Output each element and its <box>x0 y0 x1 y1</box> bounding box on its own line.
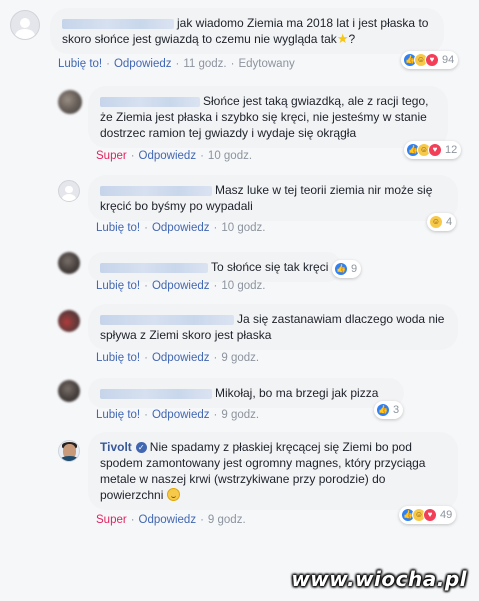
reactions-summary[interactable]: ☺ 4 <box>427 213 457 231</box>
comment-actions: Lubię to! · Odpowiedz · 11 godz. · Edytowany <box>58 58 295 70</box>
reaction-count: 49 <box>440 509 453 521</box>
timestamp[interactable]: 10 godz. <box>221 222 265 234</box>
reply-button[interactable]: Odpowiedz <box>152 222 210 234</box>
timestamp[interactable]: 11 godz. <box>183 58 226 70</box>
blurred-author-name[interactable] <box>100 96 200 107</box>
blurred-author-name[interactable] <box>100 314 234 325</box>
comment-bubble: Tivolt ✓ Nie spadamy z płaskiej kręcącej s… <box>88 432 458 510</box>
timestamp[interactable]: 9 godz. <box>208 514 246 526</box>
comment-bubble: Słońce jest taką gwiazdką, ale z racji t… <box>88 86 448 148</box>
star-emoji: ★ <box>336 31 349 46</box>
avatar[interactable] <box>58 440 80 462</box>
avatar[interactable] <box>10 10 40 40</box>
comment-actions: Super · Odpowiedz · 10 godz. <box>96 150 253 162</box>
reply-button[interactable]: Odpowiedz <box>114 58 172 70</box>
author-name[interactable]: Tivolt <box>100 440 132 454</box>
blurred-author-name[interactable] <box>100 262 208 273</box>
comment-bubble: Mikołaj, bo ma brzegi jak pizza <box>88 378 404 408</box>
like-button[interactable]: Lubię to! <box>96 222 140 234</box>
reaction-count: 4 <box>446 216 453 228</box>
watermark: www.wiocha.pl <box>291 567 467 591</box>
verified-badge-icon: ✓ <box>135 442 147 454</box>
like-icon: 👍 <box>334 262 348 276</box>
comment-actions: Lubię to! · Odpowiedz · 10 godz. <box>96 222 266 234</box>
like-button[interactable]: Lubię to! <box>58 58 102 70</box>
super-button[interactable]: Super <box>96 150 127 162</box>
timestamp[interactable]: 9 godz. <box>221 352 259 364</box>
like-button[interactable]: Lubię to! <box>96 280 140 292</box>
avatar[interactable] <box>58 180 80 202</box>
comment-actions: Lubię to! · Odpowiedz · 9 godz. <box>96 352 260 364</box>
reply-button[interactable]: Odpowiedz <box>152 352 210 364</box>
timestamp[interactable]: 10 godz. <box>208 150 252 162</box>
avatar[interactable] <box>58 380 80 402</box>
reactions-summary[interactable]: 👍 ☺ ♥ 49 <box>399 506 457 524</box>
smile-emoji <box>166 488 180 501</box>
reaction-count: 12 <box>445 144 458 156</box>
comment-text: Nie spadamy z płaskiej kręcącej się Ziem… <box>100 440 426 502</box>
love-icon: ♥ <box>423 508 437 522</box>
comment-actions: Super · Odpowiedz · 9 godz. <box>96 514 246 526</box>
comment-text: To słońce się tak kręci <box>211 260 329 274</box>
reply-button[interactable]: Odpowiedz <box>139 150 197 162</box>
reaction-count: 9 <box>351 263 358 275</box>
love-icon: ♥ <box>428 143 442 157</box>
reactions-summary[interactable]: 👍 3 <box>374 401 404 419</box>
reaction-count: 3 <box>393 404 400 416</box>
reply-button[interactable]: Odpowiedz <box>152 280 210 292</box>
comment-actions: Lubię to! · Odpowiedz · 10 godz. <box>96 280 266 292</box>
timestamp[interactable]: 10 godz. <box>221 280 265 292</box>
comment-actions: Lubię to! · Odpowiedz · 9 godz. <box>96 409 260 421</box>
blurred-author-name[interactable] <box>100 185 212 196</box>
comment-bubble: jak wiadomo Ziemia ma 2018 lat i jest pł… <box>50 8 444 54</box>
like-button[interactable]: Lubię to! <box>96 409 140 421</box>
comment-text: Mikołaj, bo ma brzegi jak pizza <box>215 386 379 400</box>
comment-bubble: Ja się zastanawiam dlaczego woda nie spł… <box>88 304 458 350</box>
super-button[interactable]: Super <box>96 514 127 526</box>
reactions-summary[interactable]: 👍 ☺ ♥ 12 <box>404 141 462 159</box>
comment-bubble: To słońce się tak kręci <box>88 252 342 282</box>
reaction-count: 94 <box>442 54 455 66</box>
reply-button[interactable]: Odpowiedz <box>152 409 210 421</box>
avatar[interactable] <box>58 310 80 332</box>
comment-bubble: Masz luke w tej teorii ziemia nir może s… <box>88 175 458 221</box>
avatar[interactable] <box>58 252 80 274</box>
reply-button[interactable]: Odpowiedz <box>139 514 197 526</box>
reactions-summary[interactable]: 👍 ☺ ♥ 94 <box>401 51 459 69</box>
like-button[interactable]: Lubię to! <box>96 352 140 364</box>
avatar[interactable] <box>58 90 82 114</box>
reactions-summary[interactable]: 👍 9 <box>332 260 362 278</box>
edited-label[interactable]: Edytowany <box>238 58 294 70</box>
blurred-author-name[interactable] <box>100 388 212 399</box>
like-icon: 👍 <box>376 403 390 417</box>
blurred-author-name[interactable] <box>62 18 174 29</box>
haha-icon: ☺ <box>429 215 443 229</box>
timestamp[interactable]: 9 godz. <box>221 409 259 421</box>
love-icon: ♥ <box>425 53 439 67</box>
